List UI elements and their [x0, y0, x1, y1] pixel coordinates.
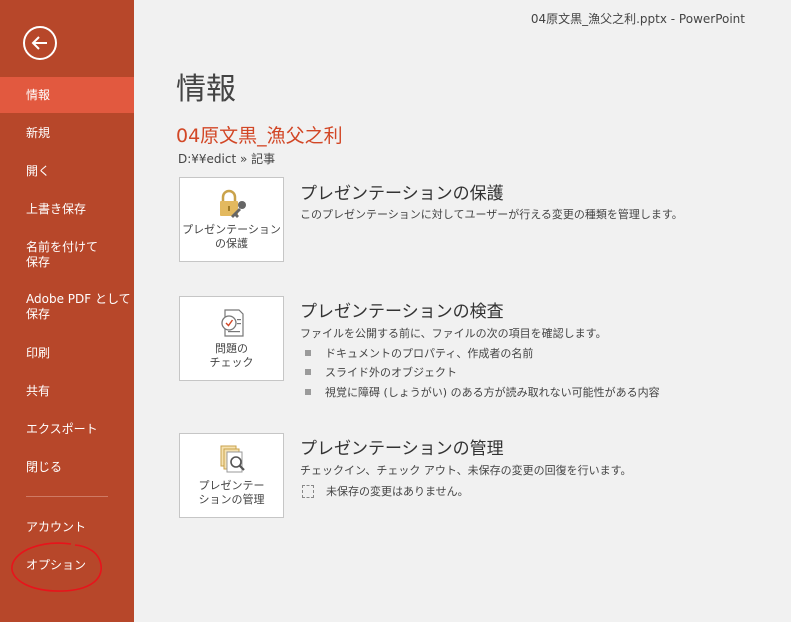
manage-tile-label: プレゼンテー ションの管理 [198, 479, 265, 506]
inspect-bullet-text: スライド外のオブジェクト [325, 366, 457, 379]
unsaved-status: 未保存の変更はありません。 [302, 483, 469, 499]
nav-save-as-adobe-pdf[interactable]: Adobe PDF として 保存 [0, 292, 134, 322]
nav-export[interactable]: エクスポート [0, 421, 134, 437]
nav-open[interactable]: 開く [0, 163, 134, 179]
nav-save[interactable]: 上書き保存 [0, 201, 134, 217]
document-path: D:¥¥edict » 記事 [178, 152, 276, 166]
inspect-bullet-text: 視覚に障碍 (しょうがい) のある方が読み取れない可能性がある内容 [325, 386, 660, 399]
protect-section-title: プレゼンテーションの保護 [300, 184, 504, 204]
nav-account[interactable]: アカウント [0, 519, 134, 535]
page-title: 情報 [176, 72, 236, 107]
back-arrow-icon [31, 36, 47, 50]
nav-share[interactable]: 共有 [0, 383, 134, 399]
manage-presentation-button[interactable]: プレゼンテー ションの管理 [179, 433, 284, 518]
nav-save-as[interactable]: 名前を付けて 保存 [0, 240, 134, 270]
backstage-sidebar: 情報 新規 開く 上書き保存 名前を付けて 保存 Adobe PDF として 保… [0, 0, 134, 622]
protect-presentation-button[interactable]: プレゼンテーション の保護 [179, 177, 284, 262]
inspect-bullet: ドキュメントのプロパティ、作成者の名前 [305, 345, 533, 361]
inspect-tile-label: 問題の チェック [209, 342, 254, 369]
document-name: 04原文黒_漁父之利 [176, 125, 343, 147]
inspect-bullet: スライド外のオブジェクト [305, 364, 457, 380]
bullet-square-icon [305, 369, 311, 375]
inspect-section-title: プレゼンテーションの検査 [300, 302, 504, 322]
manage-section-title: プレゼンテーションの管理 [300, 439, 504, 459]
back-button[interactable] [23, 26, 57, 60]
inspect-section-desc: ファイルを公開する前に、ファイルの次の項目を確認します。 [300, 327, 607, 340]
nav-info[interactable]: 情報 [0, 77, 134, 113]
bullet-square-icon [305, 389, 311, 395]
nav-options[interactable]: オプション [0, 557, 134, 573]
inspect-bullet-text: ドキュメントのプロパティ、作成者の名前 [325, 347, 534, 360]
protect-tile-label: プレゼンテーション の保護 [182, 223, 281, 250]
check-for-issues-button[interactable]: 問題の チェック [179, 296, 284, 381]
document-dashed-icon [302, 484, 314, 498]
inspect-bullet: 視覚に障碍 (しょうがい) のある方が読み取れない可能性がある内容 [305, 384, 660, 400]
window-title: 04原文黒_漁父之利.pptx - PowerPoint [530, 12, 745, 26]
manage-section-desc: チェックイン、チェック アウト、未保存の変更の回復を行います。 [300, 464, 632, 477]
checklist-icon [216, 307, 248, 339]
nav-close[interactable]: 閉じる [0, 459, 134, 475]
lock-key-icon [215, 188, 249, 220]
nav-new[interactable]: 新規 [0, 125, 134, 141]
unsaved-status-text: 未保存の変更はありません。 [326, 485, 469, 498]
nav-divider [26, 496, 108, 497]
nav-print[interactable]: 印刷 [0, 345, 134, 361]
manage-versions-icon [216, 444, 248, 476]
protect-section-desc: このプレゼンテーションに対してユーザーが行える変更の種類を管理します。 [300, 208, 683, 221]
bullet-square-icon [305, 350, 311, 356]
